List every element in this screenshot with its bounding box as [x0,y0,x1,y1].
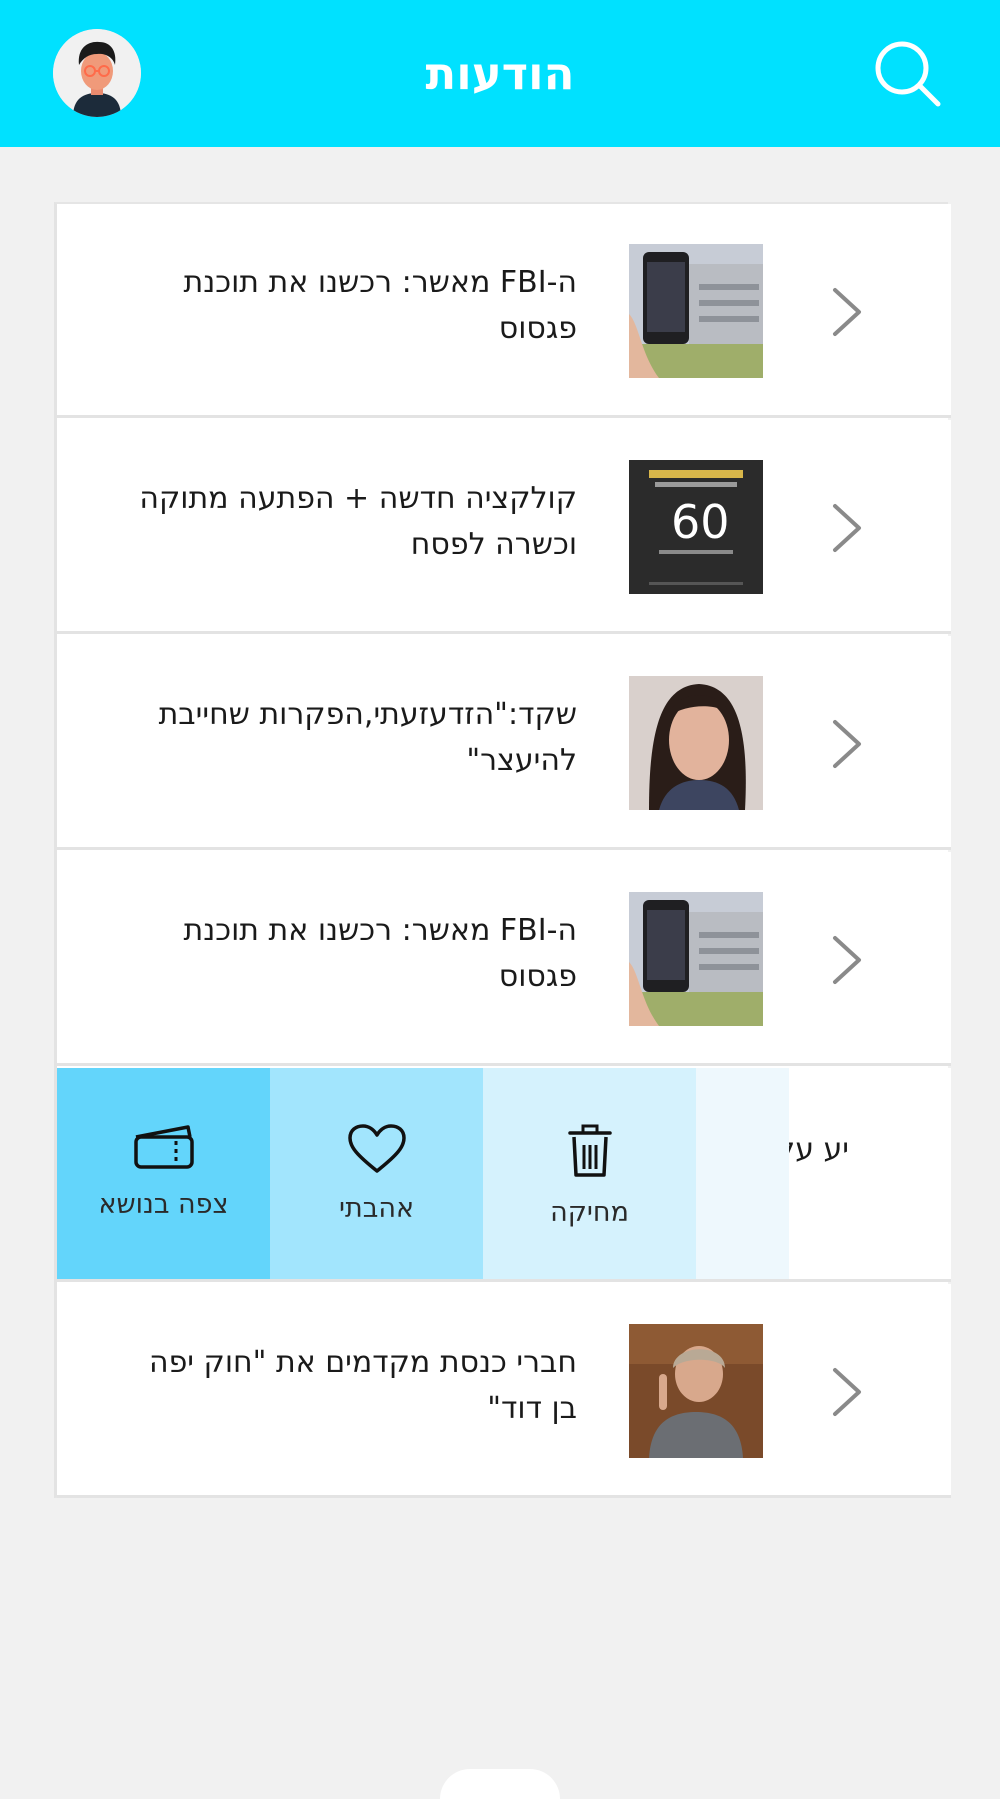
chevron-right-icon [833,504,861,552]
message-thumbnail [629,892,763,1026]
ticket-icon [133,1125,194,1169]
message-text: שקד:"הזדעזעתי,הפקרות שחייבת להיעצר" [158,697,577,778]
action-spacer [696,1068,789,1279]
search-icon [875,41,941,107]
delete-action[interactable]: מחיקה [483,1068,696,1279]
message-text: קולקציה חדשה + הפתעה מתוקה וכשרה לפסח [139,481,577,562]
message-thumbnail [629,244,763,378]
chevron-right-icon [833,1368,861,1416]
sale-60-percent-ad: 60 [629,460,763,594]
swiped-content-peek: יע על [789,1068,951,1279]
avatar[interactable] [53,29,141,117]
chevron-right-icon [833,720,861,768]
list-item[interactable]: חברי כנסת מקדמים את "חוק יפה בן דוד" [57,1284,951,1498]
svg-text:60: 60 [671,495,730,549]
chevron-right-icon [833,288,861,336]
action-label: מחיקה [550,1197,629,1228]
app-bar: הודעות [0,0,1000,147]
phone-building-photo [629,892,763,1026]
phone-building-photo [629,244,763,378]
message-thumbnail [629,1324,763,1458]
message-text: ה-FBI מאשר: רכשנו את תוכנת פגסוס [183,265,578,346]
woman-portrait-photo [629,676,763,810]
follow-topic-action[interactable]: צפה בנושא [57,1068,270,1279]
knesset-member-photo [629,1324,763,1458]
list-item[interactable]: ה-FBI מאשר: רכשנו את תוכנת פגסוס [57,204,951,418]
list-item[interactable]: קולקציה חדשה + הפתעה מתוקה וכשרה לפסח 60 [57,420,951,634]
trash-icon [567,1124,612,1177]
message-text: חברי כנסת מקדמים את "חוק יפה בן דוד" [148,1345,577,1426]
action-label: צפה בנושא [98,1189,229,1220]
list-item[interactable]: ה-FBI מאשר: רכשנו את תוכנת פגסוס [57,852,951,1066]
heart-icon [347,1124,406,1173]
swiped-list-item[interactable]: צפה בנושא אהבתי מחיקה יע על [57,1068,951,1282]
avatar-icon [53,29,141,117]
home-indicator [440,1769,560,1799]
messages-list: ה-FBI מאשר: רכשנו את תוכנת פגסוס קולקציה… [54,202,951,1498]
chevron-right-icon [833,936,861,984]
like-action[interactable]: אהבתי [270,1068,483,1279]
search-button[interactable] [872,38,944,110]
message-thumbnail [629,676,763,810]
peek-text: יע על [789,1132,849,1167]
message-text: ה-FBI מאשר: רכשנו את תוכנת פגסוס [183,913,578,994]
list-item[interactable]: שקד:"הזדעזעתי,הפקרות שחייבת להיעצר" [57,636,951,850]
action-label: אהבתי [338,1193,415,1224]
page-title: הודעות [425,47,575,100]
message-thumbnail: 60 [629,460,763,594]
